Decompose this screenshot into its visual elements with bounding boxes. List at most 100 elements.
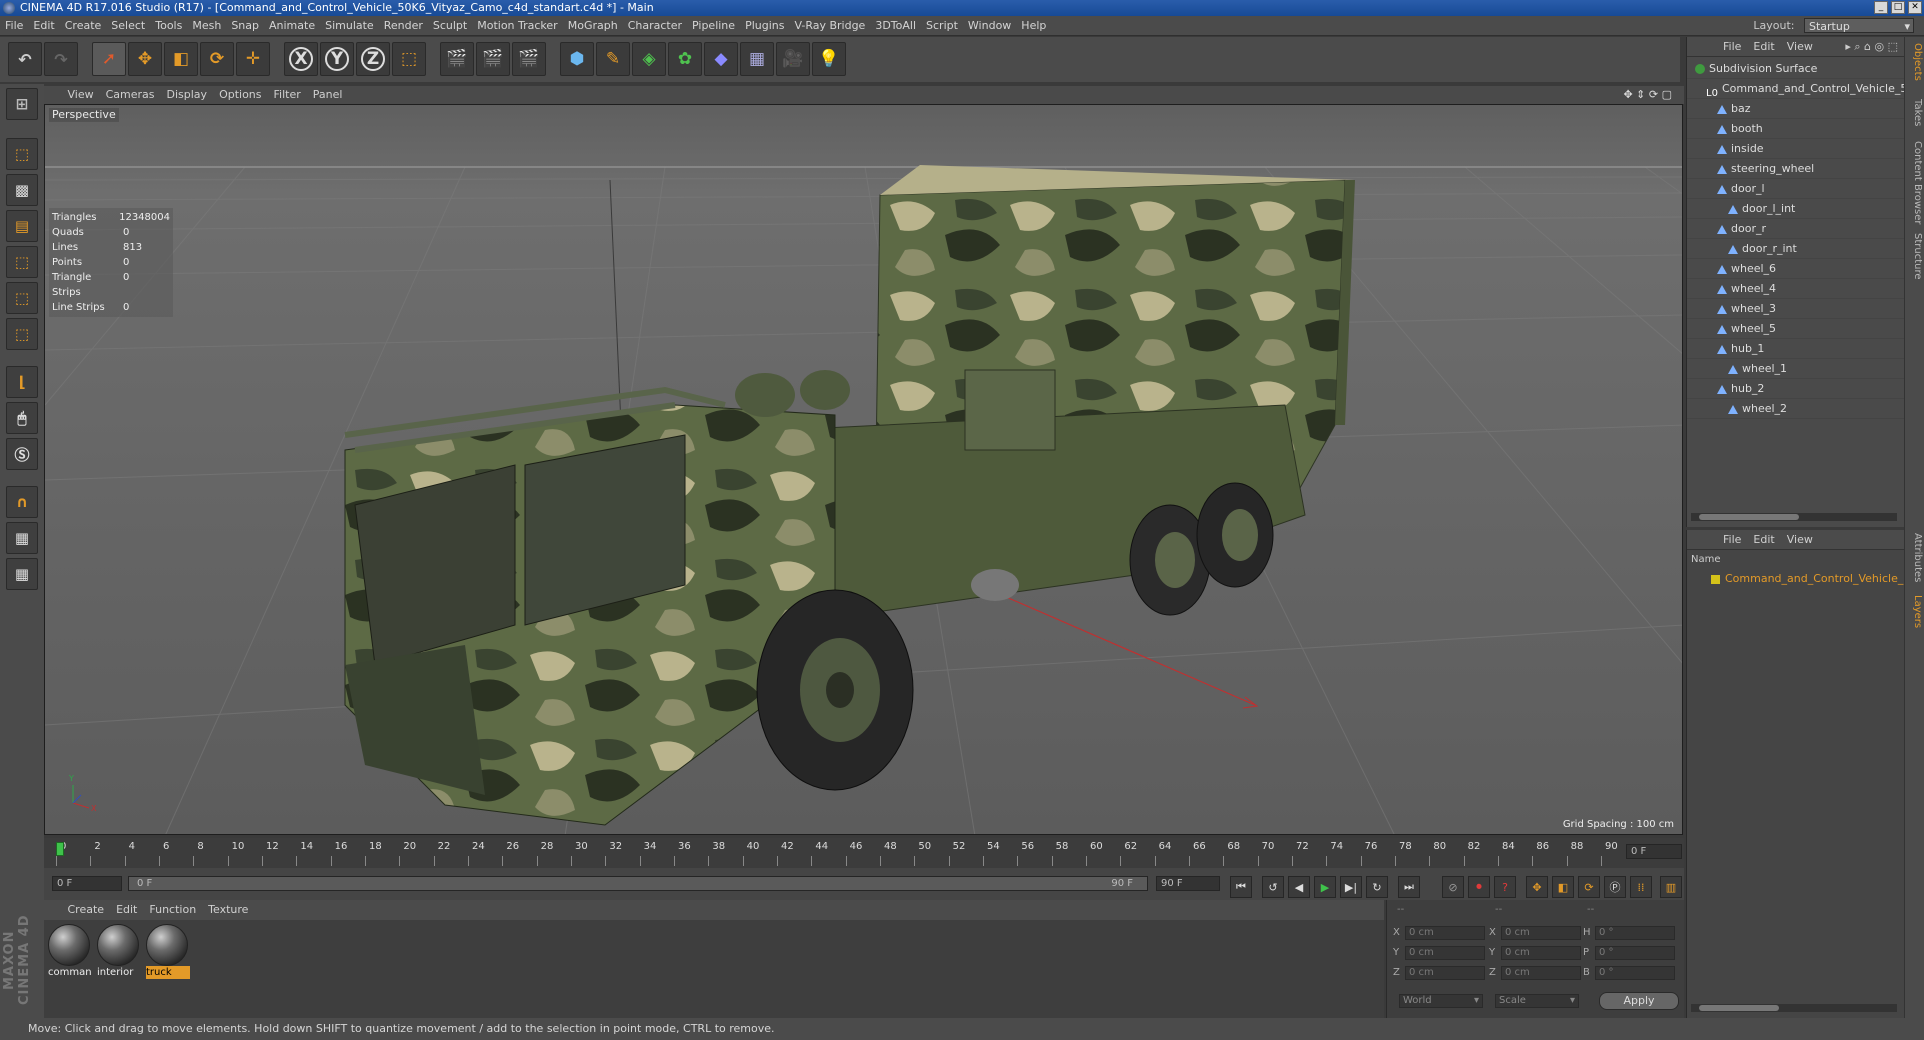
edges-mode-icon[interactable]: ⬚ (6, 282, 38, 314)
close-button[interactable]: ✕ (1908, 1, 1922, 14)
menu-window[interactable]: Window (963, 16, 1016, 36)
key-scale-icon[interactable]: ◧ (1552, 876, 1574, 898)
coord-value-field[interactable]: 0 cm (1501, 966, 1581, 980)
minimize-button[interactable]: _ (1874, 1, 1888, 14)
key-rotation-icon[interactable]: ⟳ (1578, 876, 1600, 898)
playhead-marker[interactable] (56, 842, 64, 856)
cloner-icon[interactable]: ✿ (668, 42, 702, 76)
layer-menu-edit[interactable]: Edit (1747, 530, 1780, 550)
object-tree-row[interactable]: inside (1687, 139, 1905, 159)
texture-mode-icon[interactable]: ▩ (6, 174, 38, 206)
undo-icon[interactable]: ↶ (8, 42, 42, 76)
coord-value-field[interactable]: 0 cm (1501, 926, 1581, 940)
viewport-menu-filter[interactable]: Filter (268, 86, 307, 104)
snap-icon[interactable]: Ⓢ (6, 438, 38, 470)
viewport-menu-cameras[interactable]: Cameras (100, 86, 161, 104)
object-menu-edit[interactable]: Edit (1747, 37, 1780, 57)
menu-mograph[interactable]: MoGraph (563, 16, 623, 36)
render-picture-viewer-icon[interactable]: 🎬 (476, 42, 510, 76)
goto-end-icon[interactable]: ⏭ (1398, 876, 1420, 898)
model-mode-icon[interactable]: ⬚ (6, 138, 38, 170)
object-tree-row[interactable]: wheel_4 (1687, 279, 1905, 299)
autokeying-icon[interactable]: ? (1494, 876, 1516, 898)
keyframe-selection-icon[interactable]: ⊘ (1442, 876, 1464, 898)
layer-menu-view[interactable]: View (1781, 530, 1819, 550)
scale-tool-icon[interactable]: ◧ (164, 42, 198, 76)
viewport-menu-panel[interactable]: Panel (307, 86, 349, 104)
object-tree-row[interactable]: door_l (1687, 179, 1905, 199)
move-tool-icon[interactable]: ✥ (128, 42, 162, 76)
viewport-nav-icons[interactable]: ✥ ⇕ ⟳ ▢ (1623, 86, 1672, 104)
coordinate-system-icon[interactable]: ⬚ (392, 42, 426, 76)
menu-select[interactable]: Select (106, 16, 150, 36)
timeline-ruler[interactable]: 0246810121416182022242628303234363840424… (44, 838, 1684, 868)
object-tree-row[interactable]: hub_1 (1687, 339, 1905, 359)
start-frame-field[interactable]: 0 F (52, 876, 122, 891)
points-mode-icon[interactable]: ⬚ (6, 246, 38, 278)
next-frame-icon[interactable]: ▶| (1340, 876, 1362, 898)
tab-structure[interactable]: Structure (1907, 233, 1923, 280)
apply-button[interactable]: Apply (1599, 992, 1679, 1010)
object-tree-row[interactable]: door_r (1687, 219, 1905, 239)
tweak-mode-icon[interactable]: 🖱 (6, 402, 38, 434)
menu-motion-tracker[interactable]: Motion Tracker (472, 16, 562, 36)
deformer-icon[interactable]: ◆ (704, 42, 738, 76)
coord-value-field[interactable]: 0 cm (1405, 926, 1485, 940)
tab-objects[interactable]: Objects (1907, 43, 1923, 81)
spline-pen-icon[interactable]: ✎ (596, 42, 630, 76)
make-editable-icon[interactable]: ⊞ (6, 88, 38, 120)
layer-menu-file[interactable]: File (1717, 530, 1747, 550)
record-active-objects-icon[interactable]: ⏺ (1468, 876, 1490, 898)
menu-render[interactable]: Render (379, 16, 428, 36)
material-swatch[interactable]: truck (146, 924, 190, 982)
object-tree-row[interactable]: hub_2 (1687, 379, 1905, 399)
x-axis-lock-button[interactable]: X (284, 42, 318, 76)
y-axis-lock-button[interactable]: Y (320, 42, 354, 76)
material-menu-edit[interactable]: Edit (110, 900, 143, 920)
next-key-icon[interactable]: ↻ (1366, 876, 1388, 898)
menu-help[interactable]: Help (1016, 16, 1051, 36)
viewport-menu-options[interactable]: Options (213, 86, 267, 104)
key-position-icon[interactable]: ✥ (1526, 876, 1548, 898)
object-tree-row[interactable]: steering_wheel (1687, 159, 1905, 179)
previous-key-icon[interactable]: ↺ (1262, 876, 1284, 898)
layer-manager-hscroll[interactable] (1691, 1004, 1897, 1012)
object-tree-row[interactable]: L0 Command_and_Control_Vehicle_50 (1687, 79, 1914, 99)
end-frame-field[interactable]: 90 F (1156, 876, 1220, 891)
goto-start-icon[interactable]: ⏮ (1230, 876, 1252, 898)
planar-workplane-icon[interactable]: ▦ (6, 558, 38, 590)
coord-value-field[interactable]: 0 ° (1595, 946, 1675, 960)
material-swatch[interactable]: command (48, 924, 92, 982)
magnet-icon[interactable]: ∩ (6, 486, 38, 518)
light-icon[interactable]: 💡 (812, 42, 846, 76)
menu-plugins[interactable]: Plugins (740, 16, 789, 36)
object-tree-row[interactable]: wheel_5 (1687, 319, 1905, 339)
layout-dropdown[interactable]: Startup ▾ (1804, 18, 1914, 33)
key-parameter-icon[interactable]: Ⓟ (1604, 876, 1626, 898)
menu-character[interactable]: Character (623, 16, 687, 36)
coord-value-field[interactable]: 0 cm (1501, 946, 1581, 960)
menu-mesh[interactable]: Mesh (187, 16, 226, 36)
menu-v-ray-bridge[interactable]: V-Ray Bridge (789, 16, 870, 36)
menu-script[interactable]: Script (921, 16, 963, 36)
menu-simulate[interactable]: Simulate (320, 16, 379, 36)
object-menu-file[interactable]: File (1717, 37, 1747, 57)
tab-takes[interactable]: Takes (1907, 99, 1923, 126)
axis-mode-icon[interactable]: ⌊ (6, 366, 38, 398)
coord-value-field[interactable]: 0 cm (1405, 946, 1485, 960)
object-tree-row[interactable]: door_r_int (1687, 239, 1905, 259)
cube-primitive-icon[interactable]: ⬢ (560, 42, 594, 76)
workplane-icon[interactable]: ▤ (6, 210, 38, 242)
menu-tools[interactable]: Tools (150, 16, 187, 36)
viewport-menu-view[interactable]: View (62, 86, 100, 104)
menu-sculpt[interactable]: Sculpt (428, 16, 472, 36)
redo-icon[interactable]: ↷ (44, 42, 78, 76)
layer-row[interactable]: Command_and_Control_Vehicle_50K (1687, 570, 1905, 588)
menu-file[interactable]: File (0, 16, 28, 36)
preview-range-slider[interactable]: 0 F 90 F (128, 876, 1148, 891)
object-tree-row[interactable]: booth (1687, 119, 1905, 139)
menu-create[interactable]: Create (60, 16, 107, 36)
size-mode-dropdown[interactable]: Scale ▾ (1495, 994, 1579, 1008)
material-menu-function[interactable]: Function (143, 900, 202, 920)
perspective-viewport[interactable]: Y X Perspective Triangles 12348004 Quads 0 L… (44, 104, 1683, 835)
